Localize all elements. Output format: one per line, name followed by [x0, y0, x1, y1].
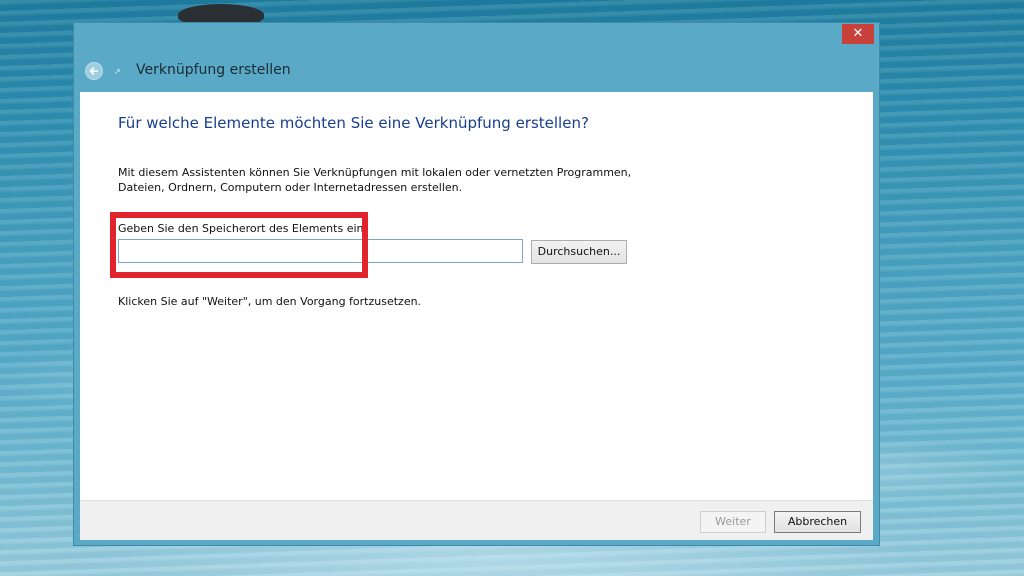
cancel-button[interactable]: Abbrechen: [774, 511, 861, 533]
shortcut-icon: ↗: [114, 67, 121, 76]
window-title: Verknüpfung erstellen: [136, 62, 291, 78]
dialog-footer: Weiter Abbrechen: [80, 500, 873, 540]
browse-button[interactable]: Durchsuchen...: [531, 240, 627, 264]
close-button[interactable]: ✕: [842, 24, 874, 44]
continue-hint: Klicken Sie auf "Weiter", um den Vorgang…: [118, 295, 422, 308]
wizard-content: Für welche Elemente möchten Sie eine Ver…: [80, 92, 873, 500]
location-label: Geben Sie den Speicherort des Elements e…: [118, 222, 368, 235]
back-button[interactable]: [85, 62, 103, 80]
back-arrow-icon: [89, 66, 98, 76]
next-button[interactable]: Weiter: [700, 511, 766, 533]
create-shortcut-dialog: ✕ ↗ Verknüpfung erstellen Für welche Ele…: [73, 22, 880, 546]
close-icon: ✕: [852, 26, 864, 41]
page-heading: Für welche Elemente möchten Sie eine Ver…: [118, 114, 589, 132]
wizard-description: Mit diesem Assistenten können Sie Verknü…: [118, 166, 632, 194]
desktop-background: ✕ ↗ Verknüpfung erstellen Für welche Ele…: [0, 0, 1024, 576]
location-input[interactable]: [118, 239, 523, 263]
